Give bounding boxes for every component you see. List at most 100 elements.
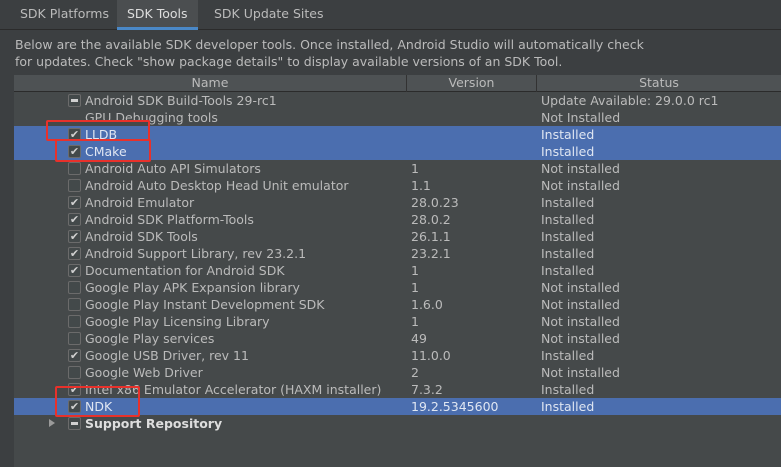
row-status: Installed: [541, 144, 595, 159]
row-name: Android SDK Build-Tools 29-rc1: [85, 93, 277, 108]
column-header-version[interactable]: Version: [407, 75, 537, 92]
row-name: Google USB Driver, rev 11: [85, 348, 249, 363]
description-line-1: Below are the available SDK developer to…: [15, 37, 644, 52]
row-name: Android Support Library, rev 23.2.1: [85, 246, 307, 261]
table-row[interactable]: NDK 19.2.5345600 Installed: [14, 398, 781, 415]
table-row[interactable]: Android SDK Build-Tools 29-rc1 Update Ava…: [14, 92, 781, 109]
row-version: 1.6.0: [411, 297, 443, 312]
row-name: Android SDK Platform-Tools: [85, 212, 254, 227]
row-checkbox[interactable]: [68, 145, 81, 158]
row-name: Android SDK Tools: [85, 229, 198, 244]
row-version: 11.0.0: [411, 348, 451, 363]
table-row[interactable]: Android SDK Tools 26.1.1 Installed: [14, 228, 781, 245]
row-name: CMake: [85, 144, 127, 159]
tab-bar: SDK Platforms SDK Tools SDK Update Sites: [0, 0, 781, 30]
row-status: Not installed: [541, 365, 620, 380]
description-line-2: for updates. Check "show package details…: [15, 54, 563, 69]
row-version: 7.3.2: [411, 382, 443, 397]
row-status: Installed: [541, 195, 595, 210]
row-status: Not Installed: [541, 110, 621, 125]
row-version: 1: [411, 263, 419, 278]
row-version: 1: [411, 280, 419, 295]
row-name: Google Play APK Expansion library: [85, 280, 300, 295]
row-name: Android Auto Desktop Head Unit emulator: [85, 178, 349, 193]
table-row[interactable]: Documentation for Android SDK 1 Installed: [14, 262, 781, 279]
table-row[interactable]: Google Web Driver 2 Not installed: [14, 364, 781, 381]
row-checkbox[interactable]: [68, 247, 81, 260]
row-checkbox[interactable]: [68, 162, 81, 175]
row-version: 2: [411, 365, 419, 380]
table-row[interactable]: LLDB Installed: [14, 126, 781, 143]
tab-sdk-update-sites[interactable]: SDK Update Sites: [204, 0, 334, 30]
row-version: 19.2.5345600: [411, 399, 499, 414]
row-name: Android Auto API Simulators: [85, 161, 261, 176]
row-status: Installed: [541, 229, 595, 244]
row-checkbox[interactable]: [68, 315, 81, 328]
row-version: 49: [411, 331, 427, 346]
row-checkbox[interactable]: [68, 366, 81, 379]
row-checkbox[interactable]: [68, 128, 81, 141]
table-header: Name Version Status: [14, 75, 781, 92]
table-row[interactable]: Google Play Licensing Library 1 Not instal…: [14, 313, 781, 330]
row-name: LLDB: [85, 127, 118, 142]
table-row[interactable]: Google USB Driver, rev 11 11.0.0 Installed: [14, 347, 781, 364]
row-status: Installed: [541, 127, 595, 142]
table-row[interactable]: Google Play APK Expansion library 1 Not in…: [14, 279, 781, 296]
row-checkbox[interactable]: [68, 230, 81, 243]
row-checkbox[interactable]: [68, 417, 81, 430]
column-header-name[interactable]: Name: [14, 75, 407, 92]
row-checkbox[interactable]: [68, 179, 81, 192]
row-name: Documentation for Android SDK: [85, 263, 285, 278]
row-name: Google Play Instant Development SDK: [85, 297, 325, 312]
row-version: 1: [411, 314, 419, 329]
row-status: Installed: [541, 212, 595, 227]
table-group-row[interactable]: Support Repository: [14, 415, 781, 432]
row-status: Not installed: [541, 297, 620, 312]
row-checkbox[interactable]: [68, 383, 81, 396]
row-version: 28.0.2: [411, 212, 451, 227]
row-name: Google Play Licensing Library: [85, 314, 270, 329]
row-status: Installed: [541, 263, 595, 278]
column-header-status[interactable]: Status: [537, 75, 781, 92]
row-name: Google Web Driver: [85, 365, 203, 380]
table-row[interactable]: Google Play Instant Development SDK 1.6.0…: [14, 296, 781, 313]
table-row[interactable]: Android Emulator 28.0.23 Installed: [14, 194, 781, 211]
tab-sdk-tools[interactable]: SDK Tools: [117, 0, 198, 30]
row-checkbox[interactable]: [68, 213, 81, 226]
table-row[interactable]: Intel x86 Emulator Accelerator (HAXM ins…: [14, 381, 781, 398]
row-checkbox[interactable]: [68, 94, 81, 107]
table-row[interactable]: Android Auto Desktop Head Unit emulator 1…: [14, 177, 781, 194]
row-status: Not installed: [541, 331, 620, 346]
table-row[interactable]: Android Auto API Simulators 1 Not installe…: [14, 160, 781, 177]
row-version: 28.0.23: [411, 195, 459, 210]
sdk-tools-table: Name Version Status Android SDK Build-To…: [14, 75, 781, 467]
row-checkbox[interactable]: [68, 264, 81, 277]
table-row[interactable]: Android SDK Platform-Tools 28.0.2 Installe…: [14, 211, 781, 228]
row-version: 1.1: [411, 178, 431, 193]
row-checkbox[interactable]: [68, 281, 81, 294]
table-body: Android SDK Build-Tools 29-rc1 Update Ava…: [14, 92, 781, 432]
row-name: NDK: [85, 399, 113, 414]
row-status: Installed: [541, 399, 595, 414]
row-checkbox[interactable]: [68, 332, 81, 345]
row-status: Installed: [541, 382, 595, 397]
row-status: Not installed: [541, 280, 620, 295]
row-checkbox[interactable]: [68, 298, 81, 311]
row-name: Google Play services: [85, 331, 215, 346]
row-name: GPU Debugging tools: [85, 110, 218, 125]
row-status: Installed: [541, 246, 595, 261]
row-status: Installed: [541, 348, 595, 363]
tab-sdk-platforms[interactable]: SDK Platforms: [10, 0, 119, 30]
table-row[interactable]: GPU Debugging tools Not Installed: [14, 109, 781, 126]
table-row[interactable]: CMake Installed: [14, 143, 781, 160]
table-row[interactable]: Google Play services 49 Not installed: [14, 330, 781, 347]
row-version: 26.1.1: [411, 229, 451, 244]
row-checkbox[interactable]: [68, 349, 81, 362]
row-version: 1: [411, 161, 419, 176]
table-row[interactable]: Android Support Library, rev 23.2.1 23.2.…: [14, 245, 781, 262]
row-checkbox[interactable]: [68, 196, 81, 209]
expand-arrow-icon[interactable]: [49, 419, 55, 427]
row-name: Intel x86 Emulator Accelerator (HAXM ins…: [85, 382, 382, 397]
row-status: Not installed: [541, 161, 620, 176]
row-checkbox[interactable]: [68, 400, 81, 413]
